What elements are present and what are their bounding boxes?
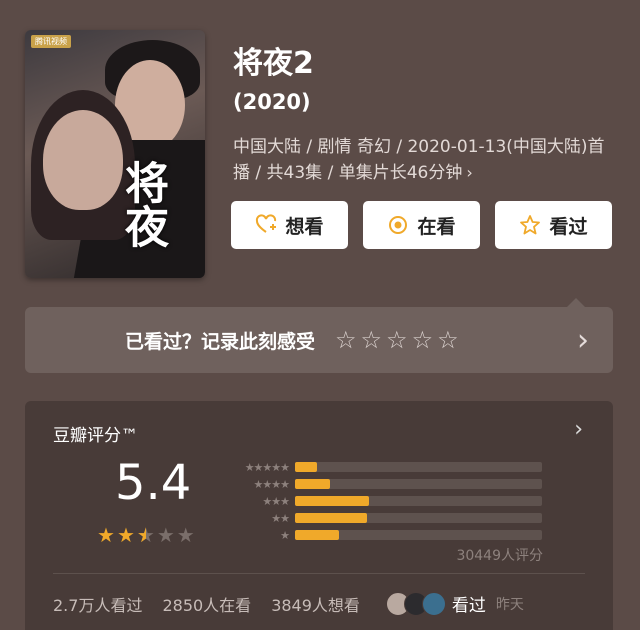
rating-score: 5.4 (115, 455, 192, 511)
avatar (421, 591, 446, 616)
pointer-tip (567, 298, 585, 307)
distribution-bar (295, 530, 340, 540)
star-outline-icon[interactable]: ☆ (386, 326, 408, 354)
star-half-icon: ★ (137, 523, 155, 547)
chevron-right-icon[interactable]: › (574, 417, 583, 442)
watching-count[interactable]: 2850人在看 (162, 592, 251, 616)
watch-stats: 2.7万人看过 2850人在看 3849人想看 看过 昨天 (53, 591, 588, 616)
movie-meta[interactable]: 中国大陆 / 剧情 奇幻 / 2020-01-13(中国大陆)首播 / 共43集… (233, 134, 605, 186)
distribution-track (295, 513, 542, 523)
friends-time: 昨天 (495, 596, 524, 613)
star-empty-icon: ★ (176, 523, 195, 547)
distribution-row: ★★★ (223, 493, 542, 509)
friend-avatars[interactable] (385, 591, 446, 616)
poster-calligraphy: 将夜 (117, 160, 168, 248)
target-icon (387, 214, 409, 236)
divider (53, 573, 585, 574)
watched-label: 看过 (549, 215, 588, 238)
heart-plus-icon (255, 214, 277, 236)
distribution-row: ★★★★ (223, 476, 542, 492)
rating-distribution: ★★★★★ ★★★★ ★★★ ★★ ★ (223, 459, 542, 544)
watched-count[interactable]: 2.7万人看过 (53, 592, 142, 616)
distribution-bar (295, 513, 367, 523)
page-title: 将夜2 (233, 46, 314, 81)
distribution-stars-label: ★★ (271, 511, 290, 525)
watching-label: 在看 (417, 215, 456, 238)
distribution-bar (295, 496, 370, 506)
release-year: (2020) (233, 90, 311, 114)
poster-figure (43, 110, 123, 210)
star-outline-icon[interactable]: ☆ (361, 326, 383, 354)
distribution-row: ★★ (223, 510, 542, 526)
distribution-track (295, 530, 542, 540)
distribution-row: ★ (223, 527, 542, 543)
poster-image[interactable]: 将夜 腾讯视频 (25, 30, 205, 278)
distribution-track (295, 462, 542, 472)
want-to-watch-button[interactable]: 想看 (231, 201, 348, 249)
rating-header: 豆瓣评分™ (53, 426, 138, 446)
distribution-row: ★★★★★ (223, 459, 542, 475)
star-filled-icon: ★ (116, 523, 135, 547)
star-outline-icon[interactable]: ☆ (412, 326, 434, 354)
distribution-stars-label: ★★★★ (253, 477, 290, 491)
record-feeling-bar[interactable]: 已看过？记录此刻感受 ☆ ☆ ☆ ☆ ☆ › (25, 298, 613, 373)
record-feeling-label: 已看过？记录此刻感受 (125, 330, 316, 353)
rating-count: 30449人评分 (456, 548, 543, 564)
rating-panel[interactable]: 豆瓣评分™ › 5.4 ★ ★ ★ ★ ★ ★ ★★★★ ★ ★★★ ★ ★★ ★ ★ … (25, 401, 613, 630)
watching-button[interactable]: 在看 (363, 201, 480, 249)
distribution-track (295, 496, 542, 506)
want-to-watch-label: 想看 (285, 215, 324, 238)
distribution-stars-label: ★★★ (262, 494, 290, 508)
want-count[interactable]: 3849人想看 (271, 592, 360, 616)
distribution-track (295, 479, 542, 489)
star-empty-icon: ★ (156, 523, 175, 547)
distribution-bar (295, 462, 318, 472)
poster-platform-tag: 腾讯视频 (31, 35, 71, 48)
star-outline-icon[interactable]: ☆ (335, 326, 357, 354)
watched-button[interactable]: 看过 (495, 201, 612, 249)
rating-stars-input[interactable]: ☆ ☆ ☆ ☆ ☆ (335, 326, 459, 354)
star-outline-icon[interactable]: ☆ (437, 326, 459, 354)
chevron-right-icon[interactable]: › (577, 323, 589, 358)
movie-meta-text: 中国大陆 / 剧情 奇幻 / 2020-01-13(中国大陆)首播 / 共43集… (233, 137, 605, 183)
rating-stars: ★ ★ ★ ★ ★ (97, 523, 195, 547)
friends-action: 看过 (451, 596, 486, 616)
chevron-right-icon: › (466, 163, 473, 182)
distribution-stars-label: ★ (280, 528, 290, 542)
distribution-stars-label: ★★★★★ (244, 460, 290, 474)
star-filled-icon: ★ (97, 523, 115, 547)
distribution-bar (295, 479, 330, 489)
star-outline-icon (519, 214, 541, 236)
